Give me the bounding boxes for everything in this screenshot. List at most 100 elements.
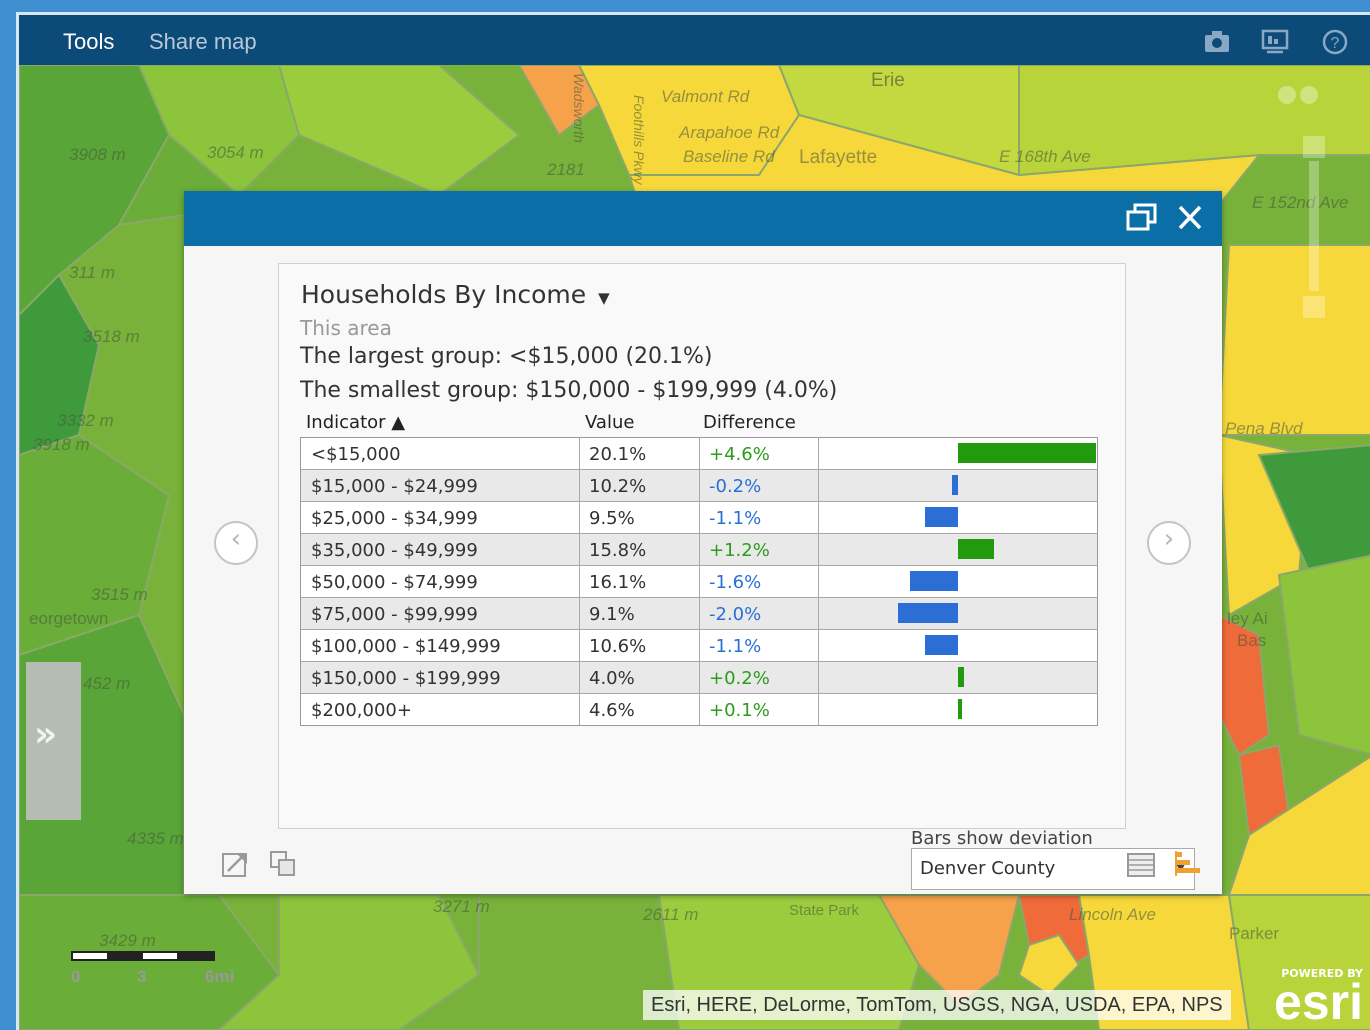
map-label: Bas: [1237, 631, 1267, 650]
scale-tick: 6mi: [205, 967, 235, 986]
esri-logo[interactable]: POWERED BY esri: [1274, 967, 1363, 1027]
indicator-cell: <$15,000: [311, 444, 401, 465]
top-toolbar: Tools Share map ?: [19, 15, 1370, 65]
area-subtitle: This area: [300, 316, 392, 340]
map-label: eorgetown: [29, 609, 109, 628]
positive-deviation-bar: [958, 699, 962, 719]
panel-title[interactable]: Households By Income ▼: [301, 280, 610, 309]
positive-deviation-bar: [958, 443, 1096, 463]
map-label: 3918 m: [33, 435, 90, 454]
column-divider: [818, 630, 819, 661]
map-attribution: Esri, HERE, DeLorme, TomTom, USGS, NGA, …: [643, 990, 1231, 1020]
column-divider: [818, 438, 819, 469]
map-label: 2611 m: [643, 905, 699, 924]
map-label: Pena Blvd: [1225, 419, 1303, 438]
next-panel-button[interactable]: ›: [1147, 521, 1191, 565]
map-label: 2181: [547, 160, 585, 179]
copy-icon[interactable]: [268, 849, 298, 879]
column-divider: [579, 694, 580, 725]
column-divider: [818, 598, 819, 629]
scale-bar-graphic: [71, 951, 215, 961]
column-divider: [818, 534, 819, 565]
map-label: 3271 m: [433, 897, 490, 916]
column-divider: [579, 534, 580, 565]
column-divider: [579, 566, 580, 597]
value-cell: 20.1%: [589, 444, 647, 465]
map-label: 3908 m: [69, 145, 126, 164]
scale-bar: 0 3 6mi: [71, 948, 234, 991]
difference-cell: -0.2%: [709, 476, 762, 497]
table-row: $15,000 - $24,999 10.2% -0.2%: [301, 469, 1097, 501]
difference-cell: +0.1%: [709, 700, 770, 721]
column-divider: [579, 438, 580, 469]
column-divider: [818, 566, 819, 597]
map-label: Valmont Rd: [661, 87, 750, 106]
positive-deviation-bar: [958, 539, 994, 559]
column-divider: [818, 662, 819, 693]
indicator-cell: $50,000 - $74,999: [311, 572, 478, 593]
presentation-icon[interactable]: [1261, 29, 1289, 55]
close-icon[interactable]: [1172, 201, 1208, 235]
table-row: $150,000 - $199,999 4.0% +0.2%: [301, 661, 1097, 693]
column-divider: [579, 598, 580, 629]
value-cell: 9.5%: [589, 508, 635, 529]
positive-deviation-bar: [958, 667, 964, 687]
map-label: Lincoln Ave: [1069, 905, 1156, 924]
scale-tick: 0: [71, 967, 81, 986]
negative-deviation-bar: [910, 571, 958, 591]
map-nav-controls[interactable]: [1275, 81, 1335, 331]
dropdown-arrow-icon: ▼: [598, 289, 610, 307]
map-label: Wadsworth: [571, 73, 587, 143]
camera-icon[interactable]: [1203, 29, 1231, 55]
indicator-cell: $200,000+: [311, 700, 412, 721]
expand-sidebar-button[interactable]: »: [26, 662, 81, 820]
value-column-header[interactable]: Value: [585, 412, 634, 433]
column-divider: [818, 694, 819, 725]
column-divider: [699, 566, 700, 597]
column-divider: [699, 630, 700, 661]
map-label: 4335 m: [127, 829, 184, 848]
previous-panel-button[interactable]: ‹: [214, 521, 258, 565]
difference-column-header[interactable]: Difference: [703, 412, 796, 433]
share-map-menu[interactable]: Share map: [149, 29, 257, 55]
income-table: <$15,000 20.1% +4.6% $15,000 - $24,999 10.2%…: [300, 437, 1098, 726]
indicator-column-header[interactable]: Indicator ▲: [306, 412, 405, 433]
map-label: Parker: [1229, 924, 1280, 943]
bar-chart-view-icon[interactable]: [1174, 849, 1204, 879]
tools-menu[interactable]: Tools: [63, 29, 114, 55]
value-cell: 9.1%: [589, 604, 635, 625]
value-cell: 16.1%: [589, 572, 647, 593]
map-label: 452 m: [83, 674, 131, 693]
table-view-icon[interactable]: [1126, 849, 1156, 879]
column-divider: [699, 598, 700, 629]
largest-group-text: The largest group: <$15,000 (20.1%): [300, 344, 713, 369]
indicator-cell: $75,000 - $99,999: [311, 604, 478, 625]
value-cell: 4.0%: [589, 668, 635, 689]
chevron-right-icon: ›: [1163, 524, 1175, 554]
help-icon[interactable]: ?: [1321, 29, 1349, 55]
difference-cell: -1.1%: [709, 636, 762, 657]
smallest-group-text: The smallest group: $150,000 - $199,999 …: [300, 378, 838, 403]
map-label: 311 m: [69, 263, 115, 282]
column-divider: [818, 470, 819, 501]
households-income-card: Households By Income ▼ This area The lar…: [278, 263, 1195, 890]
expand-icon[interactable]: [220, 849, 250, 879]
difference-cell: -1.1%: [709, 508, 762, 529]
map-label: E 168th Ave: [999, 147, 1091, 166]
map-label: Arapahoe Rd: [679, 123, 780, 142]
map-label: 3515 m: [91, 585, 148, 604]
column-divider: [579, 662, 580, 693]
table-row: $100,000 - $149,999 10.6% -1.1%: [301, 629, 1097, 661]
column-divider: [699, 694, 700, 725]
map-label: ley Ai: [1227, 609, 1268, 628]
difference-cell: +4.6%: [709, 444, 770, 465]
map-window: 3908 m 3054 m 2181 Erie Valmont Rd Arapa…: [16, 12, 1370, 1030]
difference-cell: +0.2%: [709, 668, 770, 689]
restore-window-icon[interactable]: [1124, 201, 1160, 235]
difference-cell: -2.0%: [709, 604, 762, 625]
column-divider: [699, 438, 700, 469]
column-divider: [699, 502, 700, 533]
double-chevron-right-icon: »: [34, 714, 58, 755]
column-divider: [699, 534, 700, 565]
value-cell: 4.6%: [589, 700, 635, 721]
